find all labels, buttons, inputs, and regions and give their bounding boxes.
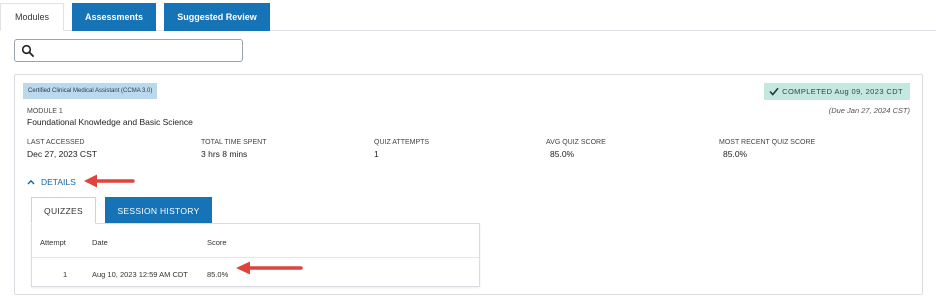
check-icon [769, 87, 779, 96]
stat-total-time: TOTAL TIME SPENT 3 hrs 8 mins [201, 139, 266, 159]
red-arrow-icon [84, 174, 135, 188]
stat-last-accessed: LAST ACCESSED Dec 27, 2023 CST [27, 139, 97, 159]
module-tabs: Modules Assessments Suggested Review [0, 0, 936, 31]
stat-label: TOTAL TIME SPENT [201, 139, 267, 146]
column-header-score: Score [207, 238, 227, 247]
details-toggle[interactable]: DETAILS [27, 177, 76, 187]
stat-label: MOST RECENT QUIZ SCORE [719, 139, 816, 146]
stat-value: 3 hrs 8 mins [201, 149, 248, 159]
due-date: (Due Jan 27, 2024 CST) [828, 106, 910, 115]
stat-label: AVG QUIZ SCORE [546, 139, 606, 146]
chevron-up-icon [27, 179, 35, 185]
tab-suggested-review[interactable]: Suggested Review [164, 3, 270, 31]
quiz-attempts-table: Attempt Date Score 1 Aug 10, 2023 12:59 … [31, 223, 480, 287]
stat-label: LAST ACCESSED [27, 139, 85, 146]
column-header-attempt: Attempt [40, 238, 66, 247]
search-input[interactable] [39, 42, 239, 59]
completed-status-text: COMPLETED Aug 09, 2023 CDT [782, 87, 903, 96]
cell-date: Aug 10, 2023 12:59 AM CDT [92, 270, 188, 279]
tab-quizzes[interactable]: QUIZZES [31, 197, 96, 224]
column-header-date: Date [92, 238, 108, 247]
tab-session-history[interactable]: SESSION HISTORY [105, 197, 212, 224]
red-arrow-icon [236, 261, 303, 275]
cell-score: 85.0% [207, 270, 229, 279]
cell-attempt: 1 [63, 270, 68, 279]
search-icon [21, 44, 34, 57]
stat-value: 85.0% [723, 149, 748, 159]
stat-value: Dec 27, 2023 CST [27, 149, 97, 159]
completed-status-badge: COMPLETED Aug 09, 2023 CDT [764, 83, 910, 100]
certification-badge: Certified Clinical Medical Assistant (CC… [23, 83, 158, 99]
search-box[interactable] [14, 39, 243, 62]
stat-avg-quiz-score: AVG QUIZ SCORE 85.0% [546, 139, 606, 159]
module-title: Foundational Knowledge and Basic Science [27, 117, 193, 127]
stat-value: 85.0% [550, 149, 575, 159]
stat-label: QUIZ ATTEMPTS [374, 139, 430, 146]
details-label: DETAILS [41, 177, 76, 187]
module-number: MODULE 1 [27, 108, 63, 115]
stat-quiz-attempts: QUIZ ATTEMPTS 1 [374, 139, 429, 159]
tab-modules[interactable]: Modules [0, 3, 64, 31]
stat-value: 1 [374, 149, 379, 159]
module-card: Certified Clinical Medical Assistant (CC… [14, 74, 923, 295]
table-header: Attempt Date Score [32, 224, 479, 258]
stat-recent-quiz-score: MOST RECENT QUIZ SCORE 85.0% [719, 139, 815, 159]
tab-assessments[interactable]: Assessments [72, 3, 156, 31]
